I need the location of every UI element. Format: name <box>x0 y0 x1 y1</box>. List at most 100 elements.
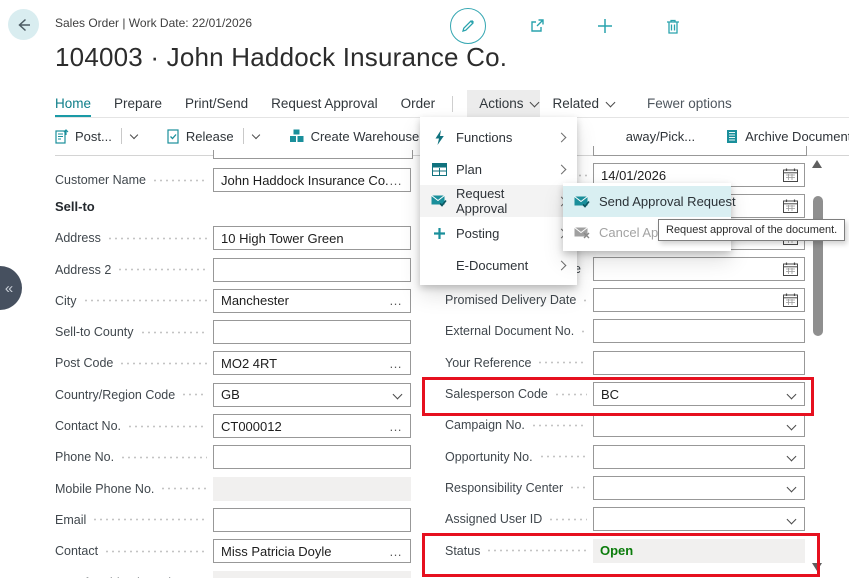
general-fields-left: Customer Name John Haddock Insurance Co.… <box>55 168 411 578</box>
warehouse-shipment-icon <box>289 129 305 143</box>
menu-item-functions[interactable]: Functions <box>420 121 577 153</box>
scroll-up-arrow[interactable] <box>812 160 822 168</box>
lookup-ellipsis-icon[interactable]: … <box>389 356 403 371</box>
calendar-icon[interactable] <box>783 262 798 276</box>
chevron-down-icon[interactable] <box>787 483 797 493</box>
menu-item-send-approval-request[interactable]: Send Approval Request <box>563 186 731 217</box>
customer-name-field[interactable]: John Haddock Insurance Co. … <box>213 168 411 192</box>
release-document-icon <box>167 129 180 144</box>
lookup-ellipsis-icon[interactable]: … <box>389 544 403 559</box>
release-button[interactable]: Release <box>167 128 259 144</box>
archive-document-button[interactable]: Archive Document <box>725 129 849 144</box>
email-field[interactable] <box>213 508 411 532</box>
mobile-phone-no-field <box>213 477 411 501</box>
field-label: Your Reference <box>445 356 531 370</box>
chevron-down-icon <box>530 97 540 107</box>
external-document-no-field[interactable] <box>593 319 805 343</box>
chevron-down-icon[interactable] <box>130 131 138 139</box>
field-label: Contact No. <box>55 419 121 433</box>
date-field[interactable] <box>593 257 805 281</box>
create-inventory-putaway-pick-button[interactable]: away/Pick... <box>626 129 695 144</box>
city-field[interactable]: Manchester … <box>213 289 411 313</box>
chevron-down-icon[interactable] <box>393 390 403 400</box>
field-label: Responsibility Center <box>445 481 563 495</box>
menu-item-posting[interactable]: Posting <box>420 217 577 249</box>
post-code-field[interactable]: MO2 4RT … <box>213 351 411 375</box>
field-label: Campaign No. <box>445 418 525 432</box>
tab-order[interactable]: Order <box>401 90 436 117</box>
country-region-select[interactable]: GB <box>213 383 411 407</box>
field-label: Phone No. <box>55 450 114 464</box>
tab-fewer-options[interactable]: Fewer options <box>647 90 732 117</box>
field-label: Sell-to County <box>55 325 134 339</box>
dotted-leader <box>486 549 587 552</box>
address2-field[interactable] <box>213 258 411 282</box>
lookup-ellipsis-icon[interactable]: … <box>389 293 403 308</box>
campaign-no-select[interactable] <box>593 413 805 437</box>
chevron-down-icon[interactable] <box>787 452 797 462</box>
cancel-approval-icon <box>574 227 590 239</box>
tooltip: Request approval of the document. <box>658 219 845 241</box>
mobile-phone-no-row: Mobile Phone No. <box>55 477 411 501</box>
chevron-down-icon[interactable] <box>787 514 797 524</box>
scrollbar-thumb[interactable] <box>813 196 823 336</box>
assigned-user-id-select[interactable] <box>593 507 805 531</box>
post-document-icon <box>55 129 69 144</box>
address-field[interactable]: 10 High Tower Green <box>213 226 411 250</box>
email-row: Email <box>55 508 411 532</box>
dotted-leader <box>582 299 587 302</box>
menu-item-plan[interactable]: Plan <box>420 153 577 185</box>
side-panel-toggle[interactable]: « <box>0 266 22 310</box>
contact-no-field[interactable]: CT000012 … <box>213 414 411 438</box>
dotted-leader <box>160 487 207 490</box>
tab-actions[interactable]: Actions <box>467 90 540 117</box>
new-icon[interactable] <box>588 9 622 43</box>
tab-request-approval[interactable]: Request Approval <box>271 90 378 117</box>
chevron-down-icon[interactable] <box>251 131 259 139</box>
share-icon[interactable] <box>520 9 554 43</box>
field-label: Mobile Phone No. <box>55 482 154 496</box>
calendar-icon[interactable] <box>783 168 798 182</box>
field-label: Post Code <box>55 356 113 370</box>
lookup-ellipsis-icon[interactable]: … <box>389 173 403 188</box>
tab-separator <box>452 96 453 112</box>
delete-icon[interactable] <box>656 9 690 43</box>
opportunity-no-select[interactable] <box>593 445 805 469</box>
lookup-ellipsis-icon[interactable]: … <box>389 419 403 434</box>
request-approval-icon <box>431 195 447 207</box>
dotted-leader <box>539 455 587 458</box>
salesperson-code-select[interactable]: BC <box>593 382 805 406</box>
post-button[interactable]: Post... <box>55 128 137 144</box>
tab-print-send[interactable]: Print/Send <box>185 90 248 117</box>
dotted-leader <box>119 362 207 365</box>
dotted-leader <box>127 425 207 428</box>
field-label: Address 2 <box>55 263 111 277</box>
contact-field[interactable]: Miss Patricia Doyle … <box>213 539 411 563</box>
assigned-user-id-row: Assigned User ID <box>445 507 805 531</box>
tab-related[interactable]: Related <box>552 90 616 117</box>
chevron-right-icon <box>557 164 567 174</box>
edit-icon[interactable] <box>450 8 486 44</box>
promised-delivery-date-field[interactable] <box>593 288 805 312</box>
calendar-icon[interactable] <box>783 199 798 213</box>
menu-item-request-approval[interactable]: Request Approval <box>420 185 577 217</box>
chevron-down-icon[interactable] <box>787 420 797 430</box>
menu-item-e-document[interactable]: E-Document <box>420 249 577 281</box>
dotted-leader <box>537 361 587 364</box>
dotted-leader <box>107 237 207 240</box>
scroll-down-arrow[interactable] <box>812 563 822 571</box>
tab-prepare[interactable]: Prepare <box>114 90 162 117</box>
calendar-icon[interactable] <box>783 293 798 307</box>
chevron-down-icon[interactable] <box>787 389 797 399</box>
field-label: Salesperson Code <box>445 387 548 401</box>
your-reference-field[interactable] <box>593 351 805 375</box>
responsibility-center-select[interactable] <box>593 476 805 500</box>
phone-no-field[interactable] <box>213 445 411 469</box>
dotted-leader <box>117 268 207 271</box>
address-row: Address 10 High Tower Green <box>55 226 411 250</box>
tab-home[interactable]: Home <box>55 90 91 117</box>
dotted-leader <box>83 299 207 302</box>
sell-to-county-field[interactable] <box>213 320 411 344</box>
chevron-right-icon <box>557 260 567 270</box>
back-button[interactable] <box>8 9 39 40</box>
